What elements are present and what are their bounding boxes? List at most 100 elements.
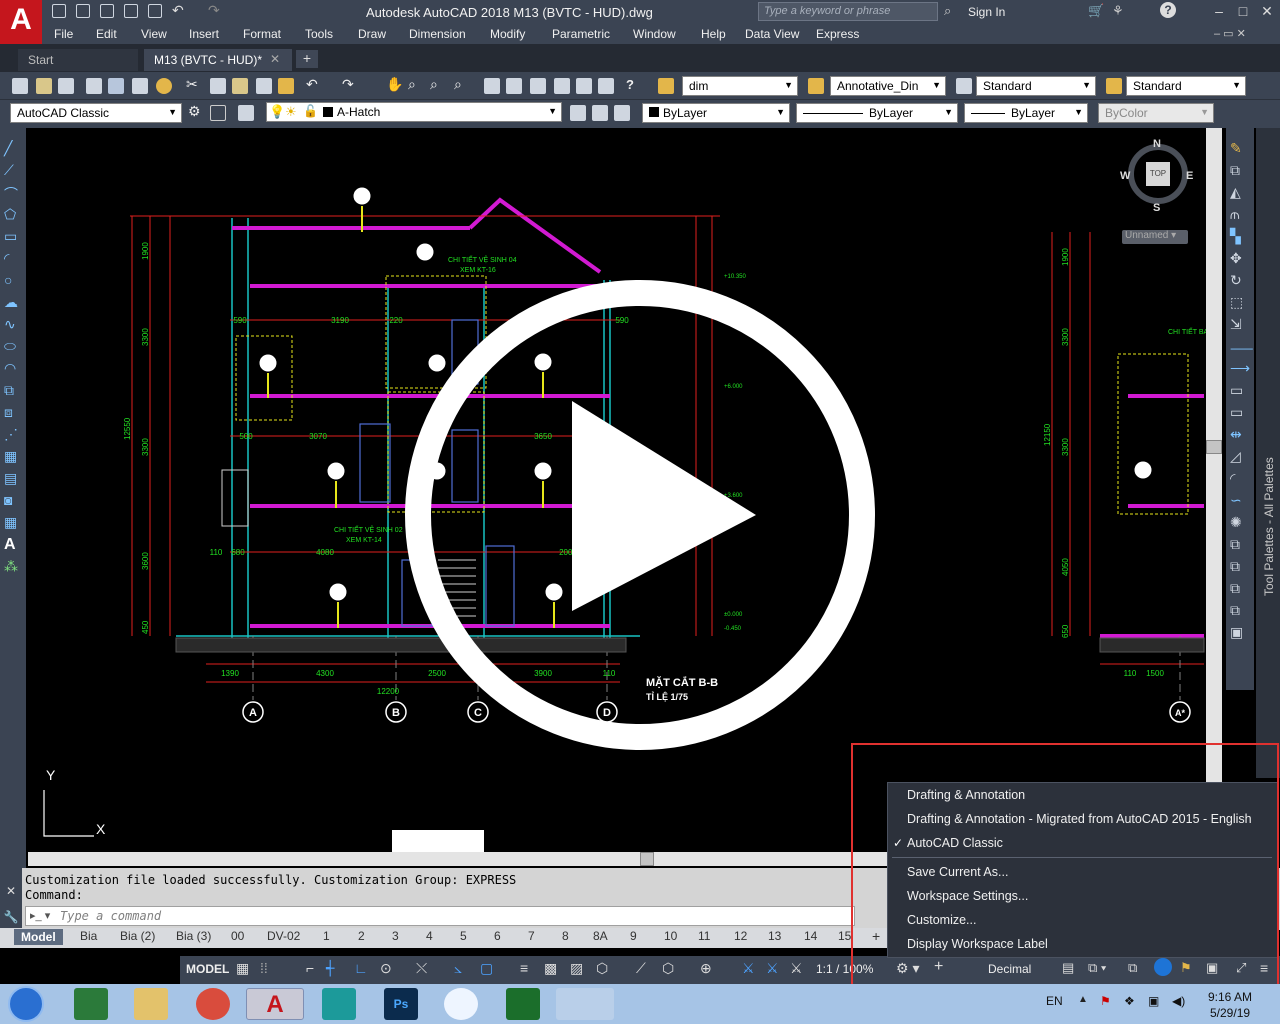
- text-style-select[interactable]: Standard ▼: [976, 76, 1096, 96]
- clock-time[interactable]: 9:16 AM: [1208, 990, 1252, 1004]
- menu-window[interactable]: Window: [633, 27, 676, 41]
- tab-layout[interactable]: 4: [426, 929, 433, 943]
- tab-layout[interactable]: 11: [698, 929, 710, 943]
- point-icon[interactable]: ⋰: [4, 426, 22, 448]
- zoom-previous-icon[interactable]: ⌕: [454, 76, 462, 93]
- pan-icon[interactable]: ✋: [386, 76, 403, 93]
- hatch-icon[interactable]: ▦: [4, 448, 22, 470]
- compass-south[interactable]: S: [1153, 202, 1160, 214]
- make-block-icon[interactable]: ⧈: [4, 404, 22, 426]
- copy-object-icon[interactable]: ⧉: [1230, 162, 1250, 184]
- qnew-icon[interactable]: [12, 78, 28, 94]
- ellipse-arc-icon[interactable]: ◠: [4, 360, 22, 382]
- plotstyle-select[interactable]: ByColor ▼: [1098, 103, 1214, 123]
- tab-layout[interactable]: 8A: [593, 929, 608, 943]
- close-command-icon[interactable]: ✕: [0, 884, 22, 898]
- blend-curves-icon[interactable]: ∽: [1230, 492, 1250, 514]
- tab-layout[interactable]: 6: [494, 929, 501, 943]
- menu-draw[interactable]: Draw: [358, 27, 386, 41]
- gradient-icon[interactable]: ▤: [4, 470, 22, 492]
- tab-layout[interactable]: DV-02: [267, 929, 300, 943]
- break-icon[interactable]: ▭: [1230, 404, 1250, 426]
- array-icon[interactable]: ▚: [1230, 228, 1250, 250]
- tab-start[interactable]: Start: [18, 49, 138, 71]
- tab-layout[interactable]: 8: [562, 929, 569, 943]
- taskbar-coccoc-icon[interactable]: [444, 988, 478, 1020]
- fillet-icon[interactable]: ◜: [1230, 470, 1250, 492]
- help-toolbar-icon[interactable]: ?: [626, 77, 634, 92]
- tab-layout[interactable]: 9: [630, 929, 637, 943]
- revision-cloud-icon[interactable]: ☁: [4, 294, 22, 316]
- ortho-icon[interactable]: ∟: [354, 960, 368, 976]
- save-as-icon[interactable]: [124, 4, 138, 18]
- new-tab-button[interactable]: +: [296, 50, 318, 68]
- draw-order-back-icon[interactable]: ⧉: [1230, 580, 1250, 602]
- selection-cycling-icon[interactable]: ▨: [570, 960, 583, 977]
- auto-scale-icon[interactable]: ⚔: [766, 960, 779, 977]
- region-icon[interactable]: ◙: [4, 492, 22, 514]
- minimize-button[interactable]: –: [1210, 3, 1228, 19]
- polygon-icon[interactable]: ⬠: [4, 206, 22, 228]
- trim-icon[interactable]: ⸺: [1230, 338, 1253, 360]
- tab-layout[interactable]: 14: [804, 929, 817, 943]
- polar-tracking-icon[interactable]: ⊙: [380, 960, 392, 977]
- gizmo-icon[interactable]: ⊕: [700, 960, 712, 977]
- menu-edit[interactable]: Edit: [96, 27, 117, 41]
- text-style-icon[interactable]: [808, 78, 824, 94]
- a360-icon[interactable]: ⚘: [1112, 3, 1124, 19]
- layer-lock-icon[interactable]: 🔓: [303, 104, 318, 118]
- table-style-select[interactable]: Standard ▼: [1126, 76, 1246, 96]
- tab-layout[interactable]: 1: [323, 929, 330, 943]
- spline-icon[interactable]: ∿: [4, 316, 22, 338]
- move-icon[interactable]: ✥: [1230, 250, 1250, 272]
- tray-expand-icon[interactable]: ▲: [1078, 994, 1088, 1005]
- zoom-realtime-icon[interactable]: ⌕: [408, 76, 416, 93]
- zoom-window-icon[interactable]: ⌕: [430, 76, 438, 93]
- 3d-osnap-icon[interactable]: ⬡: [596, 960, 608, 977]
- layer-previous-icon[interactable]: [592, 105, 608, 121]
- mtext-icon[interactable]: A: [4, 536, 22, 558]
- match-properties-icon[interactable]: [256, 78, 272, 94]
- tab-layout[interactable]: 15: [838, 929, 851, 943]
- app-menu-button[interactable]: A: [0, 0, 42, 44]
- tab-layout[interactable]: 00: [231, 929, 244, 943]
- selection-filter-icon[interactable]: ⬡: [662, 960, 674, 977]
- lineweight-display-icon[interactable]: ≡: [520, 960, 528, 976]
- sign-in-button[interactable]: Sign In: [968, 5, 1005, 19]
- close-tab-icon[interactable]: ✕: [270, 52, 280, 66]
- sheet-set-icon[interactable]: [554, 78, 570, 94]
- print-icon[interactable]: [86, 78, 102, 94]
- grid-icon[interactable]: ▦: [236, 960, 249, 977]
- save-toolbar-icon[interactable]: [58, 78, 74, 94]
- open-file-icon[interactable]: [76, 4, 90, 18]
- layer-on-icon[interactable]: 💡: [269, 104, 285, 120]
- plot-icon[interactable]: [148, 4, 162, 18]
- layer-thaw-icon[interactable]: ☀: [285, 104, 297, 120]
- multileader-style-icon[interactable]: [1106, 78, 1122, 94]
- command-recent-icon[interactable]: ▸_ ▾: [30, 909, 50, 922]
- tab-layout[interactable]: 12: [734, 929, 747, 943]
- tool-palettes-bar[interactable]: [1256, 128, 1280, 778]
- annotative-style-select[interactable]: Annotative_Din ▼: [830, 76, 946, 96]
- menu-modify[interactable]: Modify: [490, 27, 525, 41]
- copy-icon[interactable]: [210, 78, 226, 94]
- doc-window-controls[interactable]: – ▭ ✕: [1214, 27, 1246, 40]
- menu-dimension[interactable]: Dimension: [409, 27, 466, 41]
- menu-format[interactable]: Format: [243, 27, 281, 41]
- taskbar-chrome-icon[interactable]: [196, 988, 230, 1020]
- menu-file[interactable]: File: [54, 27, 73, 41]
- video-play-overlay[interactable]: [400, 275, 880, 755]
- cut-icon[interactable]: ✂: [186, 76, 198, 93]
- rotate-icon[interactable]: ↻: [1230, 272, 1250, 294]
- make-current-layer-icon[interactable]: [570, 105, 586, 121]
- layer-states-icon[interactable]: [614, 105, 630, 121]
- markup-icon[interactable]: [576, 78, 592, 94]
- color-select[interactable]: ByLayer ▼: [642, 103, 790, 123]
- scale-icon[interactable]: ⬚: [1230, 294, 1250, 316]
- construction-line-icon[interactable]: ⟋: [4, 162, 22, 184]
- tray-volume-icon[interactable]: ◀): [1172, 994, 1185, 1008]
- 3d-print-icon[interactable]: [156, 78, 172, 94]
- tab-layout[interactable]: Bia (2): [120, 929, 155, 943]
- workspace-settings-icon[interactable]: ⚙: [188, 103, 201, 120]
- ucs-menu[interactable]: Unnamed ▾: [1122, 230, 1188, 244]
